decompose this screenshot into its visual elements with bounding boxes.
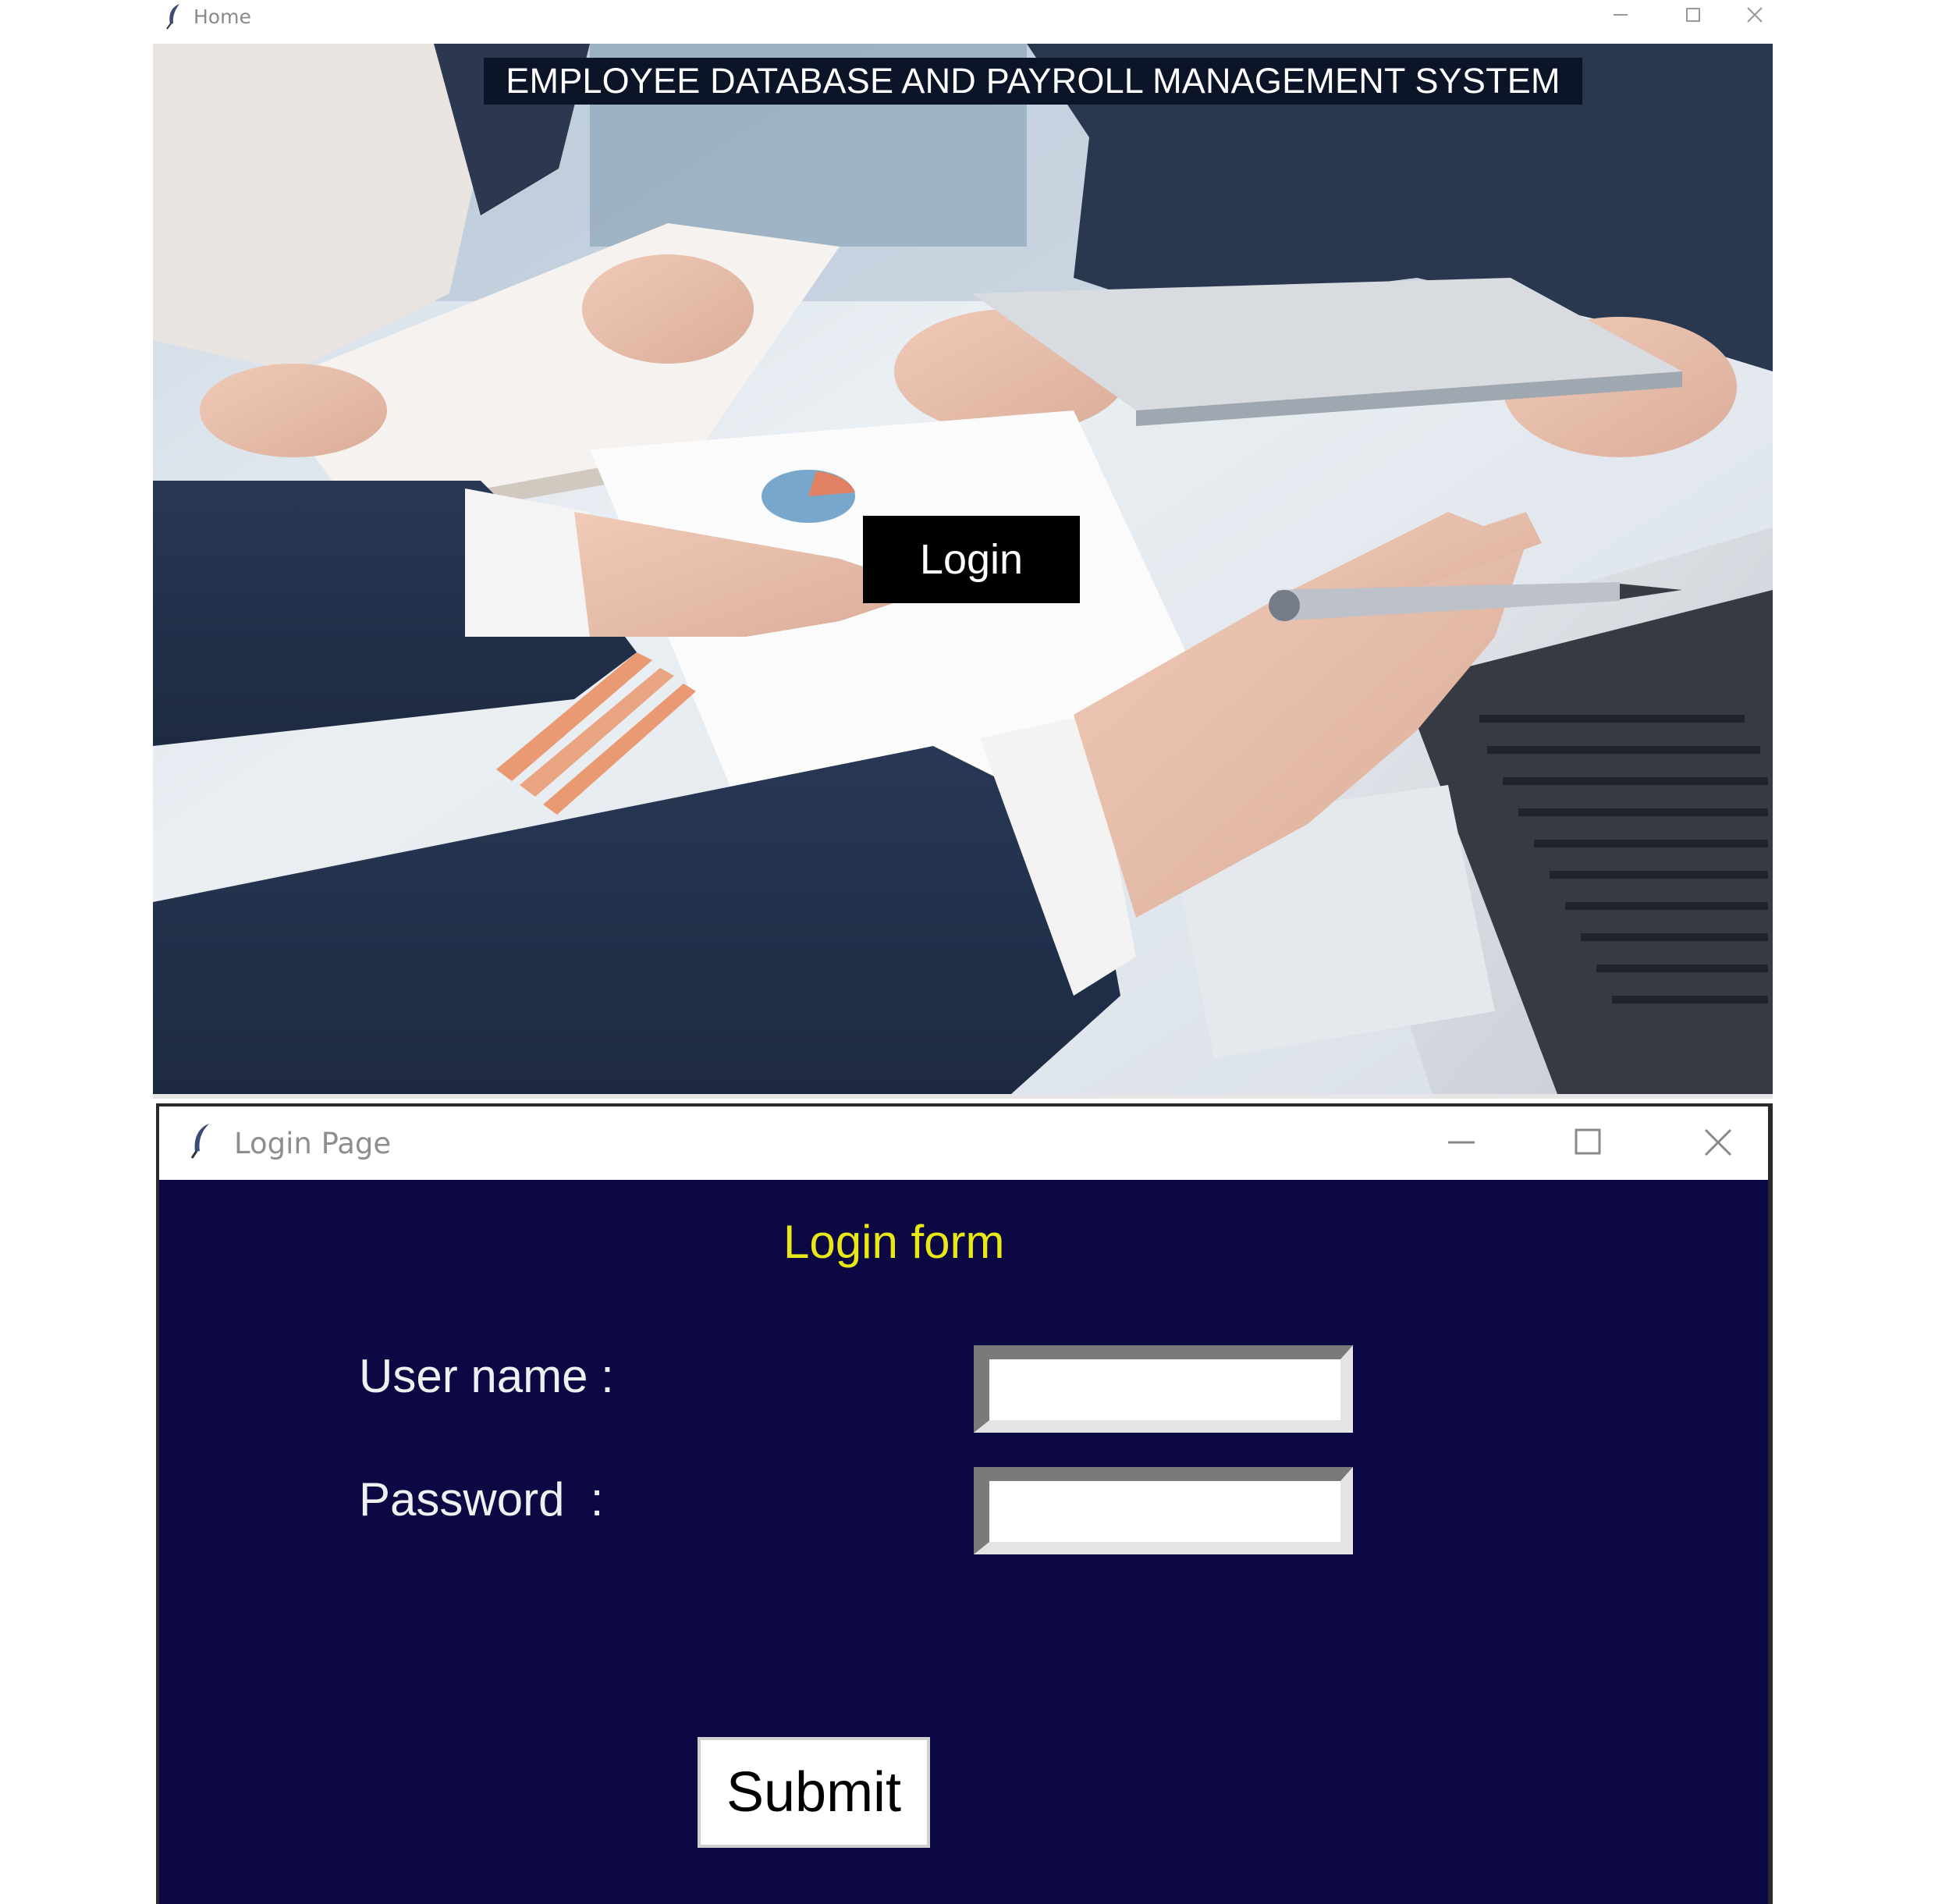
form-title: Login form [783, 1216, 1005, 1268]
login-window-title: Login Page [234, 1127, 392, 1160]
app-title-banner: EMPLOYEE DATABASE AND PAYROLL MANAGEMENT… [484, 58, 1582, 105]
home-window-title: Home [194, 5, 251, 28]
password-label: Password : [359, 1473, 604, 1526]
login-titlebar[interactable]: Login Page [159, 1107, 1768, 1180]
close-icon[interactable] [1738, 0, 1773, 31]
minimize-icon[interactable] [1426, 1117, 1497, 1167]
home-titlebar[interactable]: Home [153, 0, 1773, 44]
background-photo: EMPLOYEE DATABASE AND PAYROLL MANAGEMENT… [153, 44, 1773, 1094]
feather-icon [164, 3, 184, 30]
home-window: Home EMPLOYEE DATABASE AND PAYROLL MANAG… [153, 0, 1773, 1099]
feather-icon [187, 1122, 214, 1160]
maximize-icon[interactable] [1665, 0, 1721, 31]
username-input[interactable] [974, 1345, 1353, 1433]
password-input[interactable] [974, 1467, 1353, 1554]
login-form: Login form User name : Password : Submit [159, 1180, 1768, 1904]
username-label: User name : [359, 1350, 614, 1402]
close-icon[interactable] [1682, 1117, 1752, 1167]
minimize-icon[interactable] [1592, 0, 1648, 31]
window-separator [153, 1094, 1773, 1099]
login-button[interactable]: Login [863, 516, 1080, 603]
maximize-icon[interactable] [1553, 1117, 1623, 1167]
submit-button[interactable]: Submit [698, 1737, 930, 1848]
login-window: Login Page Login form User name : Passwo… [156, 1103, 1773, 1904]
